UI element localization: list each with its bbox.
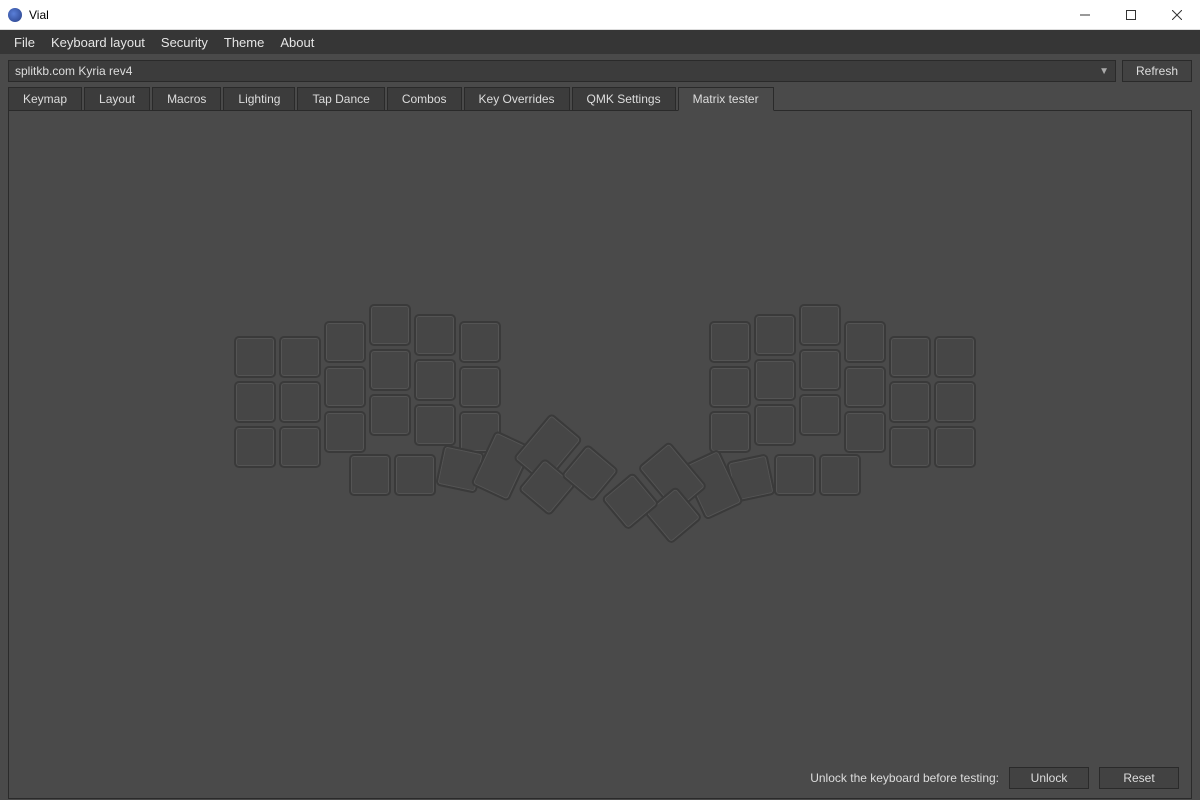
tab-qmk-settings[interactable]: QMK Settings (572, 87, 676, 111)
reset-button[interactable]: Reset (1099, 767, 1179, 789)
matrix-key[interactable] (709, 411, 751, 453)
maximize-icon (1126, 10, 1136, 20)
unlock-button[interactable]: Unlock (1009, 767, 1089, 789)
maximize-button[interactable] (1108, 0, 1154, 29)
minimize-button[interactable] (1062, 0, 1108, 29)
matrix-tester-panel: Unlock the keyboard before testing: Unlo… (8, 110, 1192, 799)
matrix-key[interactable] (799, 394, 841, 436)
matrix-key[interactable] (934, 336, 976, 378)
matrix-key[interactable] (889, 336, 931, 378)
app-icon (8, 8, 22, 22)
matrix-key[interactable] (324, 366, 366, 408)
matrix-key[interactable] (459, 321, 501, 363)
matrix-key[interactable] (819, 454, 861, 496)
menu-bar: FileKeyboard layoutSecurityThemeAbout (0, 30, 1200, 54)
matrix-key[interactable] (844, 411, 886, 453)
matrix-key[interactable] (754, 404, 796, 446)
matrix-key[interactable] (459, 366, 501, 408)
minimize-icon (1080, 10, 1090, 20)
matrix-key[interactable] (324, 321, 366, 363)
matrix-key[interactable] (754, 359, 796, 401)
tab-layout[interactable]: Layout (84, 87, 150, 111)
tab-combos[interactable]: Combos (387, 87, 462, 111)
keyboard-layout-canvas (9, 111, 1191, 731)
matrix-key[interactable] (369, 304, 411, 346)
matrix-key[interactable] (414, 359, 456, 401)
window-title: Vial (29, 8, 49, 22)
matrix-key[interactable] (279, 381, 321, 423)
matrix-key[interactable] (324, 411, 366, 453)
matrix-key[interactable] (844, 321, 886, 363)
menu-security[interactable]: Security (153, 33, 216, 52)
tab-lighting[interactable]: Lighting (223, 87, 295, 111)
panel-footer: Unlock the keyboard before testing: Unlo… (9, 758, 1191, 798)
matrix-key[interactable] (774, 454, 816, 496)
matrix-key[interactable] (279, 426, 321, 468)
menu-about[interactable]: About (272, 33, 322, 52)
matrix-key[interactable] (799, 304, 841, 346)
matrix-key[interactable] (234, 426, 276, 468)
matrix-key[interactable] (279, 336, 321, 378)
matrix-key[interactable] (934, 426, 976, 468)
tab-tap-dance[interactable]: Tap Dance (297, 87, 384, 111)
menu-theme[interactable]: Theme (216, 33, 272, 52)
close-icon (1172, 10, 1182, 20)
menu-keyboard-layout[interactable]: Keyboard layout (43, 33, 153, 52)
matrix-key[interactable] (369, 349, 411, 391)
matrix-key[interactable] (754, 314, 796, 356)
menu-file[interactable]: File (6, 33, 43, 52)
device-selector[interactable]: splitkb.com Kyria rev4 ▼ (8, 60, 1116, 82)
close-button[interactable] (1154, 0, 1200, 29)
matrix-key[interactable] (709, 366, 751, 408)
matrix-key[interactable] (234, 381, 276, 423)
device-row: splitkb.com Kyria rev4 ▼ Refresh (0, 54, 1200, 86)
matrix-key[interactable] (844, 366, 886, 408)
matrix-key[interactable] (414, 404, 456, 446)
matrix-key[interactable] (234, 336, 276, 378)
matrix-key[interactable] (349, 454, 391, 496)
matrix-key[interactable] (709, 321, 751, 363)
matrix-key[interactable] (799, 349, 841, 391)
matrix-key[interactable] (889, 381, 931, 423)
title-bar: Vial (0, 0, 1200, 30)
refresh-button[interactable]: Refresh (1122, 60, 1192, 82)
tab-strip: KeymapLayoutMacrosLightingTap DanceCombo… (0, 86, 1200, 110)
matrix-key[interactable] (934, 381, 976, 423)
matrix-key[interactable] (889, 426, 931, 468)
matrix-key[interactable] (394, 454, 436, 496)
tab-key-overrides[interactable]: Key Overrides (464, 87, 570, 111)
window-controls (1062, 0, 1200, 29)
matrix-key[interactable] (414, 314, 456, 356)
tab-macros[interactable]: Macros (152, 87, 221, 111)
footer-hint: Unlock the keyboard before testing: (810, 771, 999, 785)
device-selected-label: splitkb.com Kyria rev4 (15, 64, 132, 78)
tab-matrix-tester[interactable]: Matrix tester (678, 87, 774, 111)
chevron-down-icon: ▼ (1099, 66, 1109, 77)
matrix-key[interactable] (369, 394, 411, 436)
tab-keymap[interactable]: Keymap (8, 87, 82, 111)
